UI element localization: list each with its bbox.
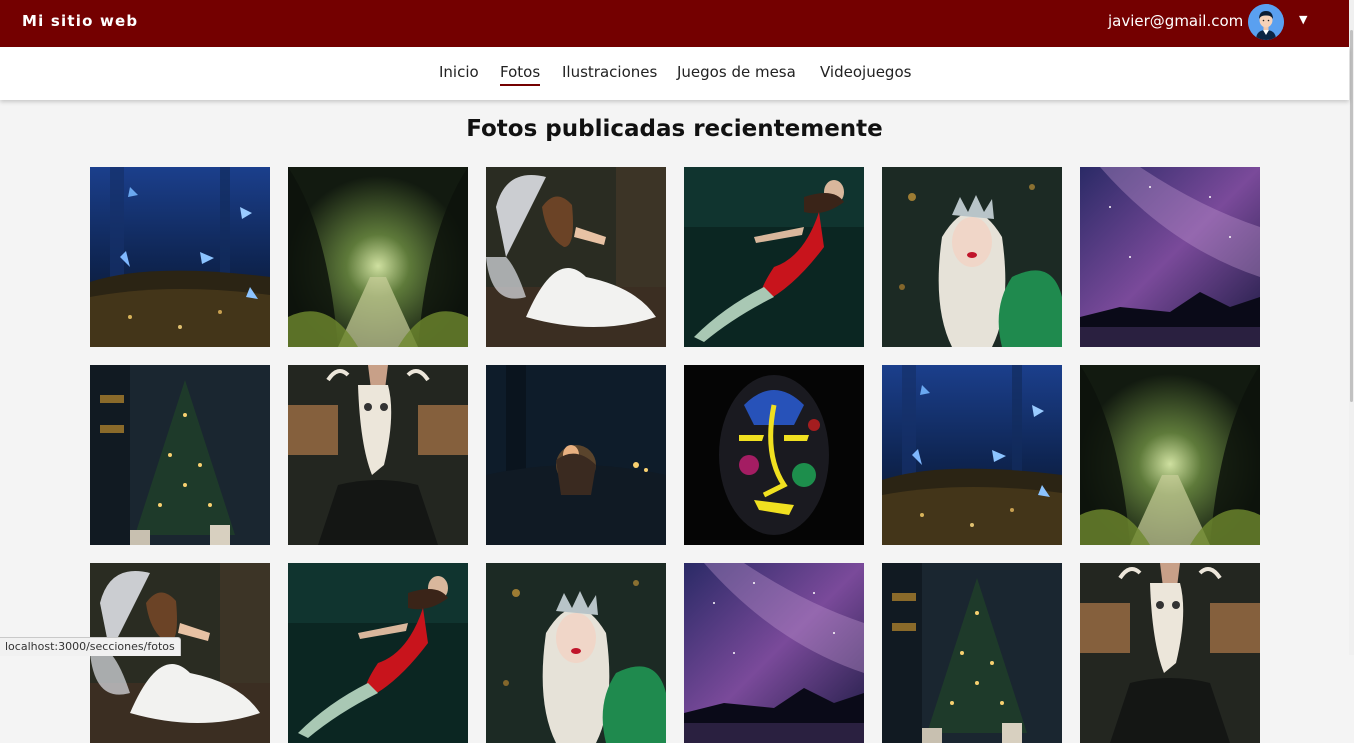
photo-image [288, 563, 468, 743]
nav-item-inicio[interactable]: Inicio [439, 63, 479, 84]
photo-tile-milky-way-lake[interactable] [1080, 167, 1260, 347]
photo-image [486, 563, 666, 743]
photo-tile-christmas-tree[interactable] [882, 563, 1062, 743]
section-nav: Inicio Fotos Ilustraciones Juegos de mes… [0, 47, 1349, 100]
photo-tile-fairy-woman[interactable] [486, 167, 666, 347]
photo-image [90, 365, 270, 545]
site-brand[interactable]: Mi sitio web [22, 12, 138, 30]
page-title: Fotos publicadas recientemente [466, 116, 883, 142]
photo-tile-crowned-woman[interactable] [882, 167, 1062, 347]
photo-tile-skull-mask[interactable] [288, 365, 468, 545]
nav-item-videojuegos[interactable]: Videojuegos [820, 63, 911, 84]
photo-tile-crowned-woman[interactable] [486, 563, 666, 743]
photo-tile-milky-way-lake[interactable] [684, 563, 864, 743]
user-avatar[interactable] [1248, 4, 1284, 40]
photo-tile-neon-face-paint[interactable] [684, 365, 864, 545]
photo-tile-forest-path[interactable] [288, 167, 468, 347]
photo-image [684, 167, 864, 347]
top-header: Mi sitio web javier@gmail.com ▼ [0, 0, 1349, 47]
photo-image [288, 167, 468, 347]
photo-image [486, 365, 666, 545]
nav-item-ilustraciones[interactable]: Ilustraciones [562, 63, 657, 84]
avatar-icon [1248, 4, 1284, 40]
photo-tile-skull-mask[interactable] [1080, 563, 1260, 743]
nav-item-fotos[interactable]: Fotos [500, 63, 541, 86]
photo-image [882, 563, 1062, 743]
page-scrollbar-thumb[interactable] [1350, 30, 1353, 402]
nav-item-juegos-de-mesa[interactable]: Juegos de mesa [677, 63, 796, 84]
photo-tile-underwater-red-dress[interactable] [684, 167, 864, 347]
photo-image [882, 167, 1062, 347]
photo-image [684, 563, 864, 743]
photo-image [90, 167, 270, 347]
photo-tile-reading-by-candle[interactable] [486, 365, 666, 545]
photo-image [1080, 365, 1260, 545]
photo-tile-blue-butterflies[interactable] [882, 365, 1062, 545]
photo-image [486, 167, 666, 347]
photo-image [1080, 167, 1260, 347]
photo-image [684, 365, 864, 545]
photo-tile-forest-path[interactable] [1080, 365, 1260, 545]
photo-tile-christmas-tree[interactable] [90, 365, 270, 545]
user-email[interactable]: javier@gmail.com [1108, 12, 1243, 30]
photo-tile-underwater-red-dress[interactable] [288, 563, 468, 743]
photo-image [1080, 563, 1260, 743]
photo-image [288, 365, 468, 545]
link-url-tooltip: localhost:3000/secciones/fotos [0, 637, 181, 656]
photo-image [882, 365, 1062, 545]
photo-tile-blue-butterflies[interactable] [90, 167, 270, 347]
user-menu-dropdown-icon[interactable]: ▼ [1299, 13, 1307, 26]
